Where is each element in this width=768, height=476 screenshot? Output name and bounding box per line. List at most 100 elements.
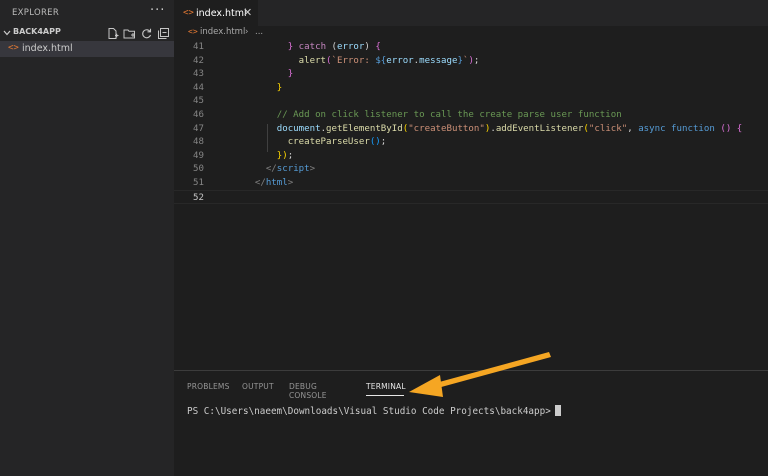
code-line[interactable]: 50 </script>	[174, 162, 768, 176]
line-number: 44	[193, 82, 204, 93]
line-number: 52	[193, 192, 204, 203]
active-tab-indicator	[366, 395, 404, 396]
breadcrumb-separator: ›	[245, 27, 249, 37]
code-token: })	[276, 150, 288, 161]
code-token: ()	[369, 137, 381, 148]
code-token: ;	[287, 150, 294, 161]
code-token: }	[276, 82, 283, 93]
code-text: // Add on click listener to call the cre…	[222, 108, 622, 122]
line-number: 48	[193, 137, 204, 148]
breadcrumb-file[interactable]: index.html	[200, 27, 245, 37]
code-line[interactable]: 44 }	[174, 81, 768, 95]
code-token: >	[309, 164, 316, 175]
editor-tab-bar: <> index.html ✕	[174, 0, 768, 26]
line-number: 51	[193, 178, 204, 188]
line-number: 47	[193, 123, 204, 134]
line-number: 41	[193, 42, 204, 52]
code-line[interactable]: 45	[174, 94, 768, 108]
code-text: alert(`Error: ${error.message}`);	[222, 54, 480, 68]
breadcrumb: <> index.html › ...	[174, 26, 768, 40]
terminal-line[interactable]: PS C:\Users\naeem\Downloads\Visual Studi…	[187, 405, 561, 417]
code-line[interactable]: 51 </html>	[174, 176, 768, 190]
code-token: addEventListener	[495, 123, 584, 134]
code-token: message	[419, 55, 458, 66]
code-line[interactable]: 52	[174, 189, 768, 204]
file-label: index.html	[22, 43, 73, 54]
file-item-index-html[interactable]: <> index.html	[0, 41, 174, 57]
code-token: ;	[473, 55, 480, 66]
code-line[interactable]: 46 // Add on click listener to call the …	[174, 108, 768, 122]
line-number: 46	[193, 110, 204, 120]
code-token: "click"	[588, 123, 628, 134]
project-name: BACK4APP	[13, 27, 61, 36]
code-token: alert	[298, 55, 327, 66]
close-icon[interactable]: ✕	[243, 6, 252, 19]
code-text: </script>	[222, 162, 315, 176]
code-line[interactable]: 49 });	[174, 149, 768, 163]
code-token: ,	[627, 123, 639, 134]
code-line[interactable]: 47 document.getElementById("createButton…	[174, 122, 768, 136]
collapse-all-icon[interactable]	[157, 25, 170, 39]
new-file-icon[interactable]	[106, 25, 119, 39]
ellipsis-icon[interactable]: ···	[150, 3, 165, 18]
code-token: document	[276, 123, 321, 134]
tab-output[interactable]: OUTPUT	[242, 382, 274, 391]
line-number: 43	[193, 69, 204, 80]
tab-terminal[interactable]: TERMINAL	[366, 382, 406, 391]
breadcrumb-symbol[interactable]: ...	[255, 27, 263, 37]
code-token: </	[265, 164, 277, 175]
code-token: error	[337, 42, 365, 52]
code-token: `Error:	[331, 55, 376, 66]
new-folder-icon[interactable]	[123, 25, 136, 39]
code-text: }	[222, 81, 282, 95]
html-file-icon: <>	[188, 27, 198, 36]
code-text: </html>	[222, 176, 293, 190]
line-number: 50	[193, 164, 204, 175]
explorer-title: EXPLORER	[12, 8, 60, 18]
code-editor[interactable]: 41 } catch (error) {42 alert(`Error: ${e…	[174, 40, 768, 370]
code-token: error	[386, 55, 414, 66]
explorer-header: EXPLORER ···	[0, 0, 174, 26]
html-file-icon: <>	[8, 43, 19, 53]
code-token: }	[287, 69, 294, 80]
code-token: )	[364, 42, 376, 52]
tab-debug-console[interactable]: DEBUG CONSOLE	[289, 382, 327, 400]
tab-problems[interactable]: PROBLEMS	[187, 382, 230, 391]
code-token: ${	[375, 55, 387, 66]
code-token: (	[326, 42, 337, 52]
code-token: ()	[720, 123, 732, 134]
code-line[interactable]: 48 createParseUser();	[174, 135, 768, 149]
code-text: createParseUser();	[222, 135, 387, 149]
code-text: document.getElementById("createButton").…	[222, 122, 743, 136]
code-token: html	[265, 178, 288, 188]
code-text: } catch (error) {	[222, 40, 381, 54]
terminal-cursor	[554, 405, 561, 416]
code-token: // Add on click listener to call the cre…	[276, 110, 622, 120]
code-token: >	[287, 178, 294, 188]
code-line[interactable]: 42 alert(`Error: ${error.message}`);	[174, 54, 768, 68]
html-file-icon: <>	[183, 8, 194, 18]
code-token: createParseUser	[287, 137, 370, 148]
code-token: catch	[298, 42, 327, 52]
code-token: function	[671, 123, 715, 134]
tab-index-html[interactable]: <> index.html ✕	[174, 0, 258, 26]
code-line[interactable]: 43 }	[174, 67, 768, 81]
code-token: ;	[380, 137, 387, 148]
terminal-prompt: PS C:\Users\naeem\Downloads\Visual Studi…	[187, 406, 551, 417]
refresh-icon[interactable]	[140, 25, 153, 39]
code-token: </	[254, 178, 266, 188]
tab-label: index.html	[196, 8, 247, 19]
code-token: "createButton"	[408, 123, 485, 134]
bottom-panel: PROBLEMS OUTPUT DEBUG CONSOLE TERMINAL P…	[174, 370, 768, 476]
code-line[interactable]: 41 } catch (error) {	[174, 40, 768, 54]
line-number: 42	[193, 55, 204, 66]
code-token: async	[638, 123, 666, 134]
